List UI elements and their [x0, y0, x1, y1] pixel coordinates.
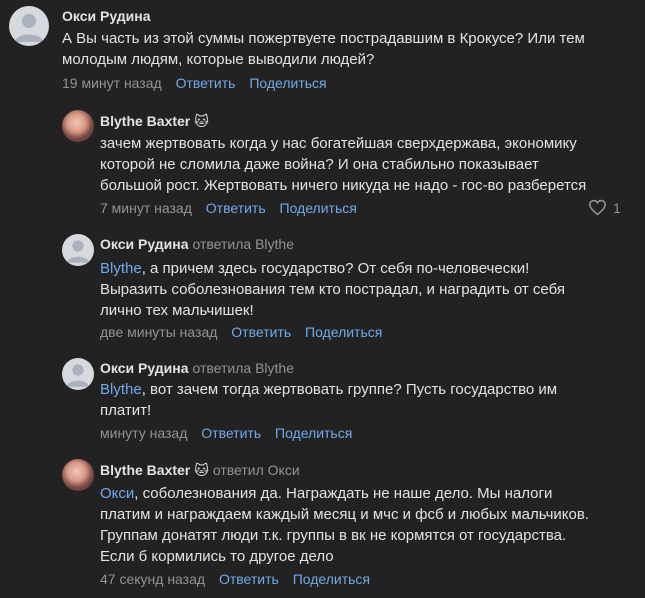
- comment-meta: 19 минут назад Ответить Поделиться: [62, 75, 327, 91]
- avatar[interactable]: [62, 234, 94, 266]
- comment-meta: 47 секунд назад Ответить Поделиться: [100, 571, 370, 587]
- like-button[interactable]: 1: [588, 199, 621, 216]
- reply-button[interactable]: Ответить: [231, 324, 291, 340]
- share-button[interactable]: Поделиться: [280, 200, 357, 216]
- comment-author[interactable]: Blythe Baxter 🐱: [100, 113, 209, 129]
- share-button[interactable]: Поделиться: [305, 324, 382, 340]
- comment-time[interactable]: две минуты назад: [100, 324, 217, 340]
- avatar[interactable]: [9, 6, 49, 46]
- comment-text: Окси, соболезнования да. Награждать не н…: [100, 485, 589, 565]
- cat-emoji-icon: 🐱: [194, 113, 209, 129]
- user-silhouette-icon: [66, 240, 90, 263]
- comment-time[interactable]: 7 минут назад: [100, 200, 192, 216]
- comment-author[interactable]: Blythe Baxter 🐱 ответил Окси: [100, 462, 300, 478]
- comment-text: Blythe, вот зачем тогда жертвовать групп…: [100, 381, 558, 419]
- mention-link[interactable]: Blythe: [100, 381, 142, 398]
- heart-icon: [588, 199, 607, 216]
- comment-meta: 7 минут назад Ответить Поделиться: [100, 200, 357, 216]
- reply-button[interactable]: Ответить: [219, 571, 279, 587]
- comment-time[interactable]: минуту назад: [100, 425, 187, 441]
- replied-to[interactable]: ответил Окси: [213, 462, 300, 478]
- comment-text: зачем жертвовать когда у нас богатейшая …: [100, 135, 587, 194]
- comment-meta: минуту назад Ответить Поделиться: [100, 425, 352, 441]
- avatar[interactable]: [62, 459, 94, 491]
- share-button[interactable]: Поделиться: [275, 425, 352, 441]
- comment-text: Blythe, а причем здесь государство? От с…: [100, 260, 565, 319]
- avatar[interactable]: [62, 110, 94, 142]
- like-count: 1: [613, 199, 621, 216]
- reply-button[interactable]: Ответить: [206, 200, 266, 216]
- cat-emoji-icon: 🐱: [194, 462, 209, 478]
- avatar[interactable]: [62, 358, 94, 390]
- reply-button[interactable]: Ответить: [201, 425, 261, 441]
- replied-to[interactable]: ответила Blythe: [193, 360, 294, 376]
- comment-time[interactable]: 47 секунд назад: [100, 571, 205, 587]
- user-silhouette-icon: [15, 14, 43, 42]
- reply-button[interactable]: Ответить: [176, 75, 236, 91]
- mention-link[interactable]: Blythe: [100, 260, 142, 277]
- comment-author[interactable]: Окси Рудина: [62, 8, 151, 24]
- comment-time[interactable]: 19 минут назад: [62, 75, 162, 91]
- comment-author[interactable]: Окси Рудина ответила Blythe: [100, 360, 294, 376]
- comment-meta: две минуты назад Ответить Поделиться: [100, 324, 382, 340]
- user-silhouette-icon: [66, 364, 90, 387]
- comment-text: А Вы часть из этой суммы пожертвуете пос…: [62, 30, 585, 68]
- replied-to[interactable]: ответила Blythe: [193, 236, 294, 252]
- share-button[interactable]: Поделиться: [249, 75, 326, 91]
- comment-author[interactable]: Окси Рудина ответила Blythe: [100, 236, 294, 252]
- share-button[interactable]: Поделиться: [293, 571, 370, 587]
- mention-link[interactable]: Окси: [100, 485, 134, 502]
